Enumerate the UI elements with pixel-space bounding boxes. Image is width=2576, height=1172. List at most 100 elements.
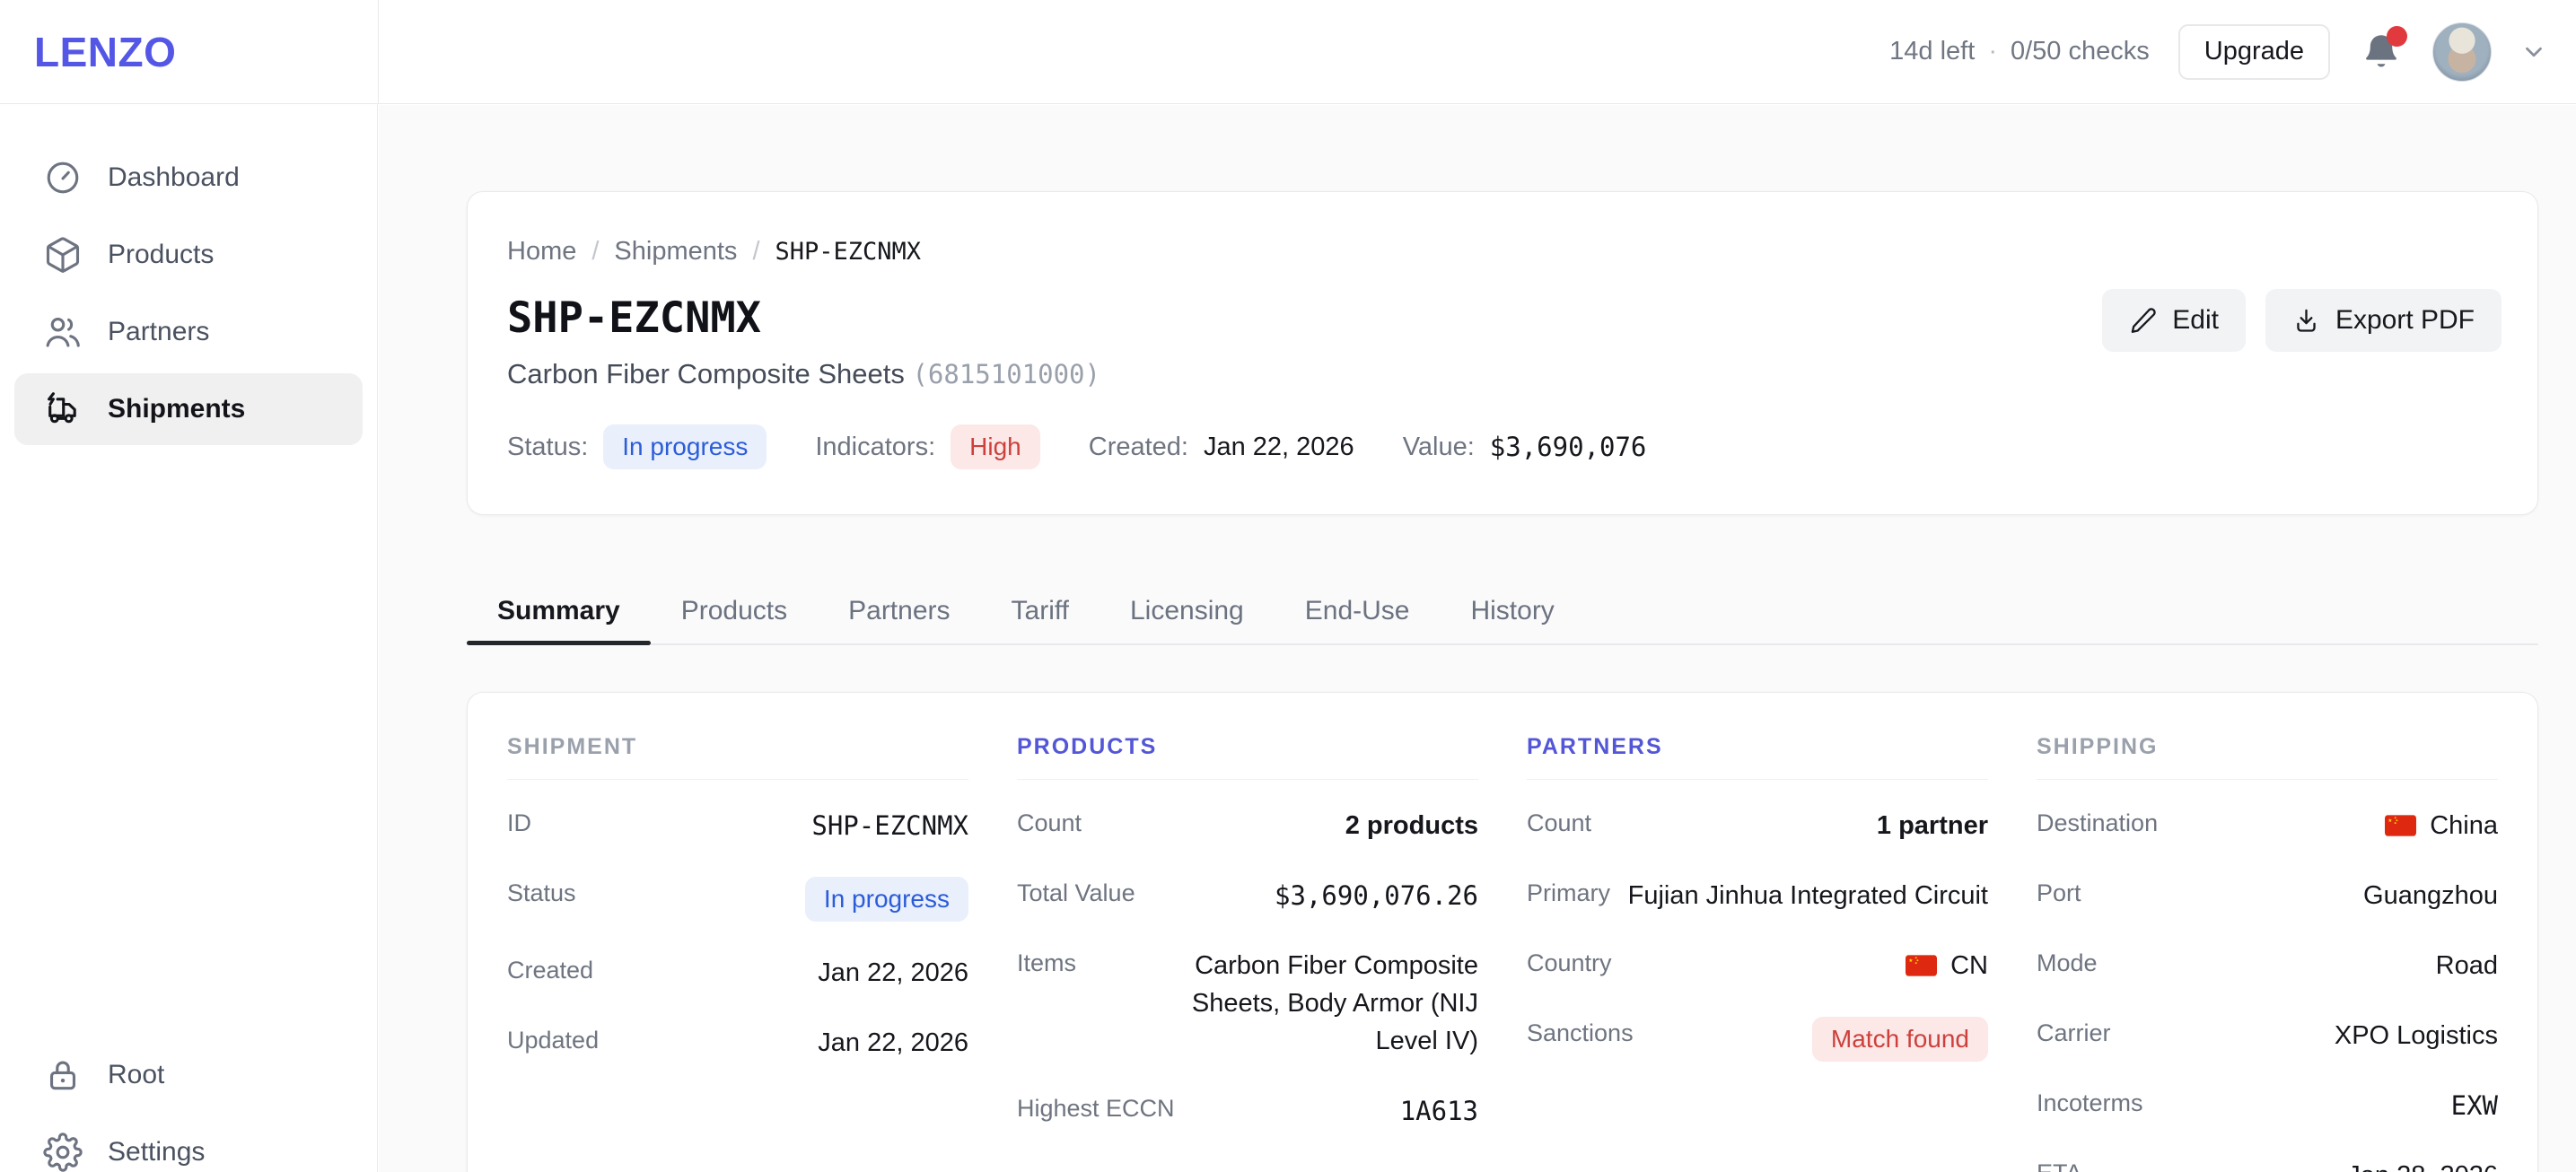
table-row: Created Jan 22, 2026 xyxy=(507,938,968,1008)
edit-button[interactable]: Edit xyxy=(2102,289,2246,352)
summary-column-products: PRODUCTS Count 2 products Total Value $3… xyxy=(1017,734,1478,1172)
created-group: Created: Jan 22, 2026 xyxy=(1089,433,1354,462)
indicators-group: Indicators: High xyxy=(815,424,1039,469)
row-label: Count xyxy=(1017,807,1082,837)
sanctions-badge: Match found xyxy=(1812,1017,1988,1062)
summary-column-partners: PARTNERS Count 1 partner Primary Fujian … xyxy=(1527,734,1988,1172)
status-group: Status: In progress xyxy=(507,424,767,469)
table-row: Incoterms EXW xyxy=(2037,1071,2498,1141)
tab-products[interactable]: Products xyxy=(651,578,818,643)
export-pdf-button[interactable]: Export PDF xyxy=(2265,289,2502,352)
sidebar-item-label: Root xyxy=(108,1060,164,1090)
row-label: Country xyxy=(1527,947,1612,977)
row-label: Primary xyxy=(1527,877,1610,907)
row-label: Port xyxy=(2037,877,2081,907)
column-title-link[interactable]: PARTNERS xyxy=(1527,734,1988,780)
row-label: Destination xyxy=(2037,807,2158,837)
table-row: ID SHP-EZCNMX xyxy=(507,791,968,861)
edit-button-label: Edit xyxy=(2172,305,2219,336)
eccn-value: 1A613 xyxy=(1400,1092,1478,1130)
row-label: Count xyxy=(1527,807,1591,837)
export-pdf-button-label: Export PDF xyxy=(2335,305,2475,336)
items-value: Carbon Fiber Composite Sheets, Body Armo… xyxy=(1127,947,1478,1060)
breadcrumb-separator: / xyxy=(591,237,599,267)
sidebar-item-label: Partners xyxy=(108,317,209,347)
shipment-header-card: Home / Shipments / SHP-EZCNMX SHP-EZCNMX… xyxy=(467,191,2538,515)
table-row: Count 1 partner xyxy=(1527,791,1988,861)
tab-partners[interactable]: Partners xyxy=(818,578,980,643)
table-row: Updated Jan 22, 2026 xyxy=(507,1008,968,1078)
total-value: $3,690,076.26 xyxy=(1275,877,1478,914)
status-badge: In progress xyxy=(805,877,968,922)
summary-card: SHIPMENT ID SHP-EZCNMX Status In progres… xyxy=(467,692,2538,1172)
row-value: Jan 22, 2026 xyxy=(818,954,968,992)
brand-logo[interactable]: LENZO xyxy=(34,28,176,76)
tab-tariff[interactable]: Tariff xyxy=(981,578,1100,643)
checks-count-text: 0/50 checks xyxy=(2011,37,2150,66)
destination-country: China xyxy=(2430,807,2498,844)
eta-value: Jan 28, 2026 xyxy=(2347,1157,2498,1172)
sidebar-nav: Dashboard Products Partners S xyxy=(0,104,377,445)
table-row: Status In progress xyxy=(507,861,968,938)
table-row: Primary Fujian Jinhua Integrated Circuit xyxy=(1527,861,1988,931)
row-label: Sanctions xyxy=(1527,1017,1634,1047)
avatar[interactable] xyxy=(2432,22,2492,82)
sidebar-item-shipments[interactable]: Shipments xyxy=(14,373,363,445)
users-icon xyxy=(43,312,83,352)
sidebar-item-dashboard[interactable]: Dashboard xyxy=(14,142,363,214)
table-row: Mode Road xyxy=(2037,931,2498,1001)
status-label: Status: xyxy=(507,433,588,462)
notification-badge xyxy=(2387,26,2407,47)
row-value: 1 partner xyxy=(1877,807,1988,844)
breadcrumb-home[interactable]: Home xyxy=(507,237,576,267)
card-actions: Edit Export PDF xyxy=(2102,289,2502,352)
row-label: ID xyxy=(507,807,531,837)
column-title-link[interactable]: PRODUCTS xyxy=(1017,734,1478,780)
download-icon xyxy=(2292,307,2320,335)
sidebar: Dashboard Products Partners S xyxy=(0,104,378,1172)
trial-status: 14d left · 0/50 checks xyxy=(1889,37,2150,66)
sidebar-item-root[interactable]: Root xyxy=(14,1039,362,1111)
breadcrumb-shipments[interactable]: Shipments xyxy=(614,237,737,267)
summary-column-shipping: SHIPPING Destination China xyxy=(2037,734,2498,1172)
column-title: SHIPMENT xyxy=(507,734,968,780)
gear-icon xyxy=(43,1133,83,1172)
separator-dot: · xyxy=(1988,37,1997,66)
cn-flag-icon xyxy=(1906,955,1937,976)
table-row: ETA Jan 28, 2026 xyxy=(2037,1141,2498,1172)
value-group: Value: $3,690,076 xyxy=(1403,432,1647,462)
product-name: Carbon Fiber Composite Sheets xyxy=(507,358,905,389)
tab-licensing[interactable]: Licensing xyxy=(1100,578,1275,643)
created-label: Created: xyxy=(1089,433,1188,462)
tab-history[interactable]: History xyxy=(1440,578,1584,643)
sidebar-item-products[interactable]: Products xyxy=(14,219,363,291)
indicators-label: Indicators: xyxy=(815,433,935,462)
chevron-down-icon[interactable] xyxy=(2520,39,2547,66)
sidebar-item-partners[interactable]: Partners xyxy=(14,296,363,368)
sidebar-item-label: Shipments xyxy=(108,394,245,424)
notifications-button[interactable] xyxy=(2359,28,2404,76)
primary-partner-value: Fujian Jinhua Integrated Circuit xyxy=(1628,877,1988,914)
row-value: Jan 22, 2026 xyxy=(818,1024,968,1062)
sidebar-bottom-nav: Root Settings xyxy=(14,1039,362,1172)
table-row: Destination China xyxy=(2037,791,2498,861)
breadcrumb: Home / Shipments / SHP-EZCNMX xyxy=(507,237,2498,267)
sidebar-item-settings[interactable]: Settings xyxy=(14,1116,362,1172)
row-label: Carrier xyxy=(2037,1017,2111,1047)
tab-end-use[interactable]: End-Use xyxy=(1275,578,1441,643)
lock-icon xyxy=(43,1055,83,1095)
shipment-meta-row: Status: In progress Indicators: High Cre… xyxy=(507,424,2498,469)
row-label: Total Value xyxy=(1017,877,1135,907)
table-row: Highest ECCN 1A613 xyxy=(1017,1076,1478,1146)
upgrade-button[interactable]: Upgrade xyxy=(2178,24,2330,80)
row-value: 2 products xyxy=(1345,807,1478,844)
table-row: Carrier XPO Logistics xyxy=(2037,1001,2498,1071)
indicator-badge: High xyxy=(951,424,1040,469)
table-row: Items Carbon Fiber Composite Sheets, Bod… xyxy=(1017,931,1478,1076)
hs-code: (6815101000) xyxy=(912,359,1100,389)
tab-summary[interactable]: Summary xyxy=(467,578,651,643)
column-title: SHIPPING xyxy=(2037,734,2498,780)
destination-value: China xyxy=(2385,807,2498,844)
sidebar-item-label: Dashboard xyxy=(108,162,240,193)
created-value: Jan 22, 2026 xyxy=(1204,433,1354,462)
